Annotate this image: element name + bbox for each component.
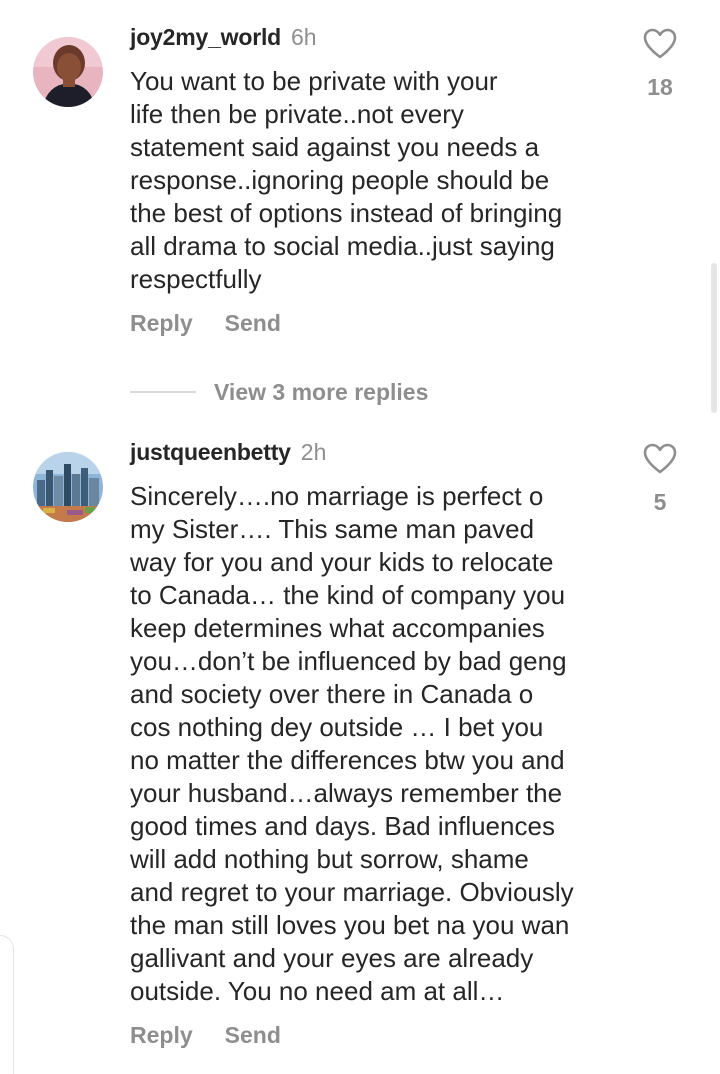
heart-outline-icon[interactable] bbox=[643, 28, 677, 60]
comment-text-line: outside. You no need am at all… bbox=[130, 976, 505, 1006]
comment-text-line: cos nothing dey outside … I bet you bbox=[130, 712, 544, 742]
comment-text-line: good times and days. Bad influences bbox=[130, 811, 555, 841]
send-button[interactable]: Send bbox=[225, 1022, 281, 1048]
comment-header: justqueenbetty 2h bbox=[130, 437, 326, 467]
comment-text-line: and regret to your marriage. Obviously bbox=[130, 877, 574, 907]
comment-text-line: Sincerely….no marriage is perfect o bbox=[130, 481, 544, 511]
comment-text-line: keep determines what accompanies bbox=[130, 613, 545, 643]
comment-text-line: statement said against you needs a bbox=[130, 132, 540, 162]
comment-text-line: the best of options instead of bringing bbox=[130, 198, 563, 228]
comment-text-line: to Canada… the kind of company you bbox=[130, 580, 566, 610]
comment-text: Sincerely….no marriage is perfect o my S… bbox=[130, 480, 620, 1008]
avatar[interactable] bbox=[33, 452, 103, 522]
comment-text-line: the man still loves you bet na you wan bbox=[130, 910, 570, 940]
profile-photo-icon bbox=[33, 452, 103, 522]
comment-text-line: respectfully bbox=[130, 264, 262, 294]
comment-username[interactable]: joy2my_world bbox=[130, 24, 281, 50]
comment-text-line: will add nothing but sorrow, shame bbox=[130, 844, 529, 874]
like-count: 5 bbox=[653, 489, 667, 515]
reply-button[interactable]: Reply bbox=[130, 1022, 193, 1048]
partial-overlay-card bbox=[0, 935, 14, 1074]
like-control: 18 bbox=[642, 28, 678, 101]
comment-text: You want to be private with your life th… bbox=[130, 65, 620, 296]
avatar[interactable] bbox=[33, 37, 103, 107]
comments-screen: joy2my_world 6h You want to be private wi… bbox=[0, 0, 720, 1074]
profile-photo-icon bbox=[33, 37, 103, 107]
view-more-replies-label: View 3 more replies bbox=[214, 379, 429, 405]
comment-text-line: you…don’t be influenced by bad geng bbox=[130, 646, 567, 676]
comment-text-line: all drama to social media..just saying bbox=[130, 231, 555, 261]
comment-actions: Reply Send bbox=[130, 308, 281, 338]
like-control: 5 bbox=[642, 443, 678, 516]
comment-timestamp: 6h bbox=[291, 24, 317, 50]
comment-timestamp: 2h bbox=[300, 439, 327, 465]
scrollbar[interactable] bbox=[711, 263, 717, 413]
reply-button[interactable]: Reply bbox=[130, 310, 193, 336]
view-more-replies-button[interactable]: View 3 more replies bbox=[130, 377, 428, 407]
comment-username[interactable]: justqueenbetty bbox=[130, 439, 291, 465]
replies-divider bbox=[130, 391, 196, 393]
comment-actions: Reply Send bbox=[130, 1020, 281, 1050]
comment-text-line: response..ignoring people should be bbox=[130, 165, 550, 195]
send-button[interactable]: Send bbox=[225, 310, 281, 336]
comment-text-line: way for you and your kids to relocate bbox=[130, 547, 554, 577]
like-count: 18 bbox=[647, 74, 673, 100]
heart-outline-icon[interactable] bbox=[643, 443, 677, 475]
comment-text-line: life then be private..not every bbox=[130, 99, 464, 129]
comment-text-line: my Sister…. This same man paved bbox=[130, 514, 535, 544]
comment-header: joy2my_world 6h bbox=[130, 22, 317, 52]
comment-text-line: and society over there in Canada o bbox=[130, 679, 534, 709]
comment-text-line: no matter the differences btw you and bbox=[130, 745, 565, 775]
comment-text-line: your husband…always remember the bbox=[130, 778, 563, 808]
comment-text-line: gallivant and your eyes are already bbox=[130, 943, 534, 973]
comment-text-line: You want to be private with your bbox=[130, 66, 498, 96]
